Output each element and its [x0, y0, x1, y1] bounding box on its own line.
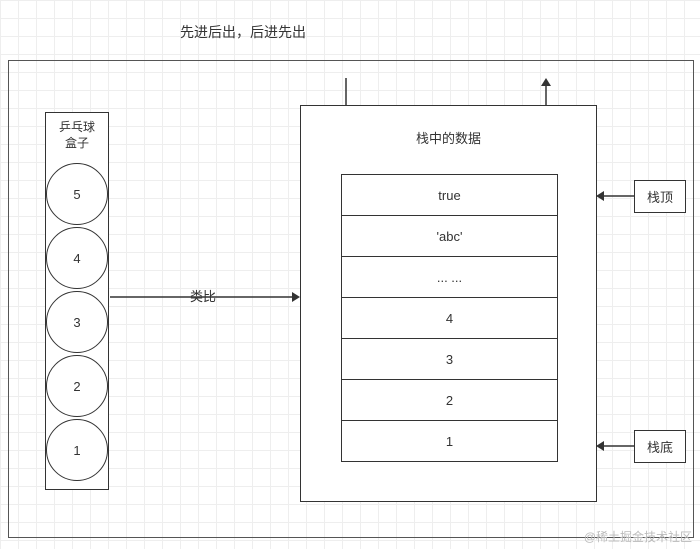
stack-top-label: 栈顶	[634, 180, 686, 213]
stack-cell: 'abc'	[342, 215, 557, 256]
stack-cell: 2	[342, 379, 557, 420]
top-arrow-icon	[596, 190, 634, 205]
ball-item: 5	[46, 163, 108, 225]
analogy-arrow-icon	[110, 296, 295, 298]
stack-panel: 栈中的数据 true 'abc' ... ... 4 3 2 1	[300, 105, 597, 502]
ball-box-title: 乒乓球盒子	[46, 113, 108, 151]
ball-item: 3	[46, 291, 108, 353]
stack-cell: 4	[342, 297, 557, 338]
ball-list: 5 4 3 2 1	[46, 161, 108, 483]
ball-item: 1	[46, 419, 108, 481]
diagram-title: 先进后出，后进先出	[180, 22, 306, 42]
watermark: @稀土掘金技术社区	[584, 528, 692, 545]
stack-table: true 'abc' ... ... 4 3 2 1	[341, 174, 558, 462]
stack-bottom-label: 栈底	[634, 430, 686, 463]
bottom-arrow-icon	[596, 440, 634, 455]
ball-box: 乒乓球盒子 5 4 3 2 1	[45, 112, 109, 490]
ball-item: 2	[46, 355, 108, 417]
stack-cell: 3	[342, 338, 557, 379]
ball-item: 4	[46, 227, 108, 289]
stack-title: 栈中的数据	[301, 128, 596, 147]
stack-cell: 1	[342, 420, 557, 461]
stack-cell: true	[342, 175, 557, 215]
stack-cell: ... ...	[342, 256, 557, 297]
